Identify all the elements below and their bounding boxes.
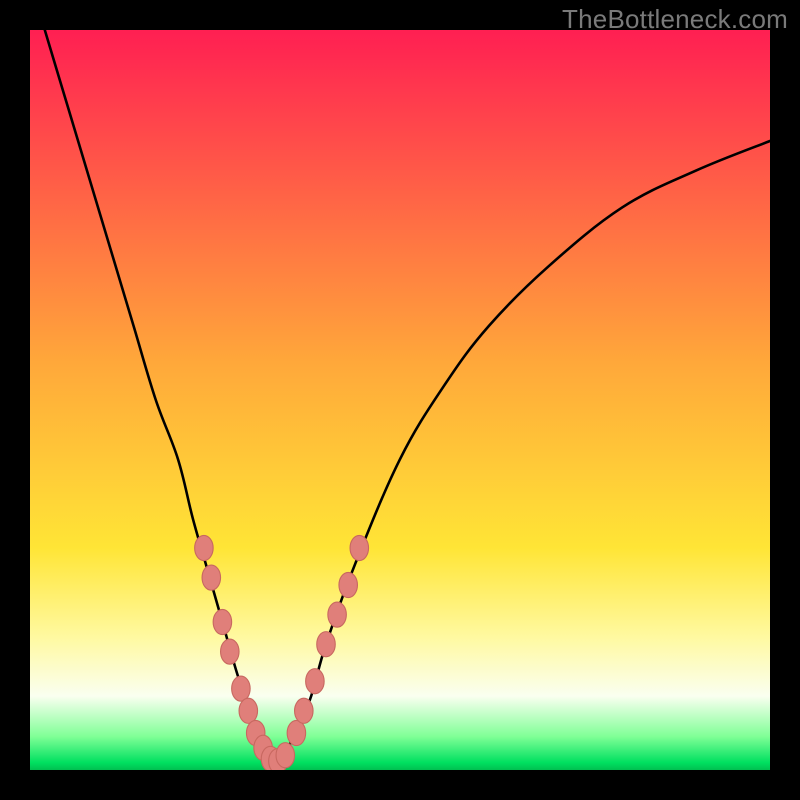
chart-frame: TheBottleneck.com — [0, 0, 800, 800]
marker-point — [295, 698, 314, 723]
marker-point — [232, 676, 251, 701]
marker-point — [221, 639, 240, 664]
plot-area — [30, 30, 770, 770]
marker-point — [287, 720, 306, 745]
marker-point — [239, 698, 257, 723]
marker-point — [202, 565, 221, 590]
marker-point — [350, 535, 369, 560]
data-markers — [30, 30, 770, 770]
watermark-text: TheBottleneck.com — [562, 4, 788, 35]
marker-point — [328, 602, 347, 627]
marker-point — [213, 609, 232, 634]
marker-point — [306, 669, 325, 694]
marker-point — [317, 632, 336, 657]
marker-point — [276, 743, 295, 768]
marker-point — [339, 572, 358, 597]
marker-point — [195, 535, 214, 560]
